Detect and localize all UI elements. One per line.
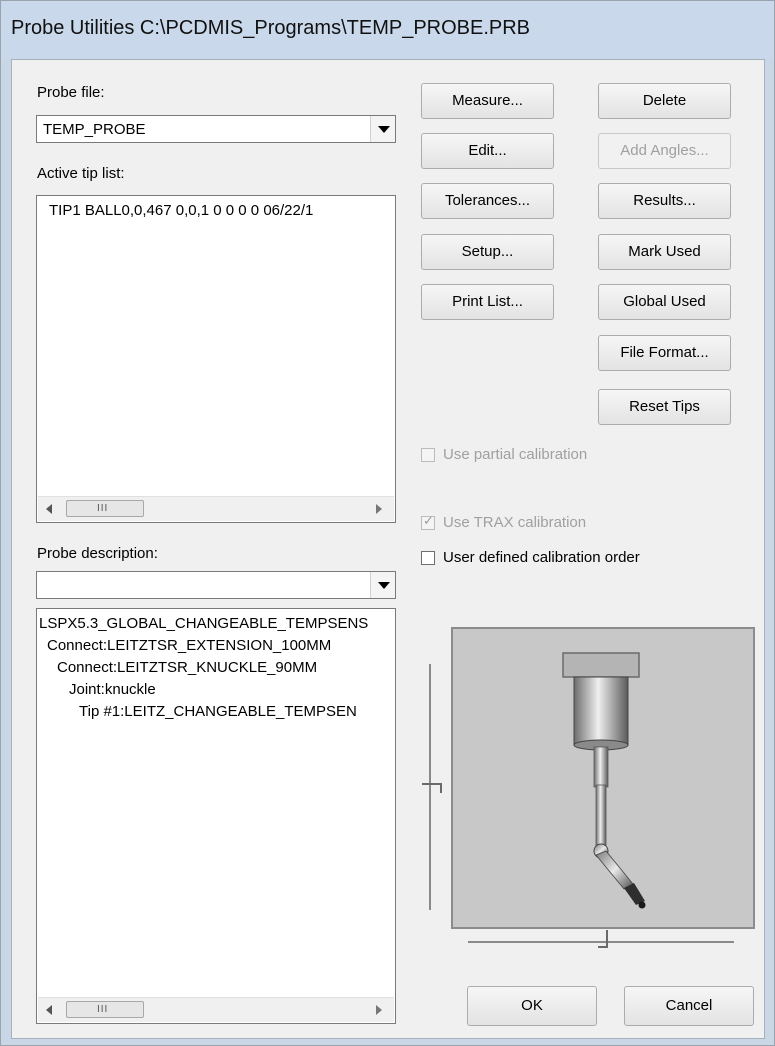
- tree-item[interactable]: Joint:knuckle: [69, 681, 156, 698]
- probe-utilities-window: Probe Utilities C:\PCDMIS_Programs\TEMP_…: [0, 0, 775, 1046]
- probe-file-label: Probe file:: [37, 84, 105, 101]
- cancel-button[interactable]: Cancel: [624, 986, 754, 1026]
- probe-description-tree[interactable]: LSPX5.3_GLOBAL_CHANGEABLE_TEMPSENS Conne…: [36, 608, 396, 1024]
- delete-button[interactable]: Delete: [598, 83, 731, 119]
- probe-description-label: Probe description:: [37, 545, 158, 562]
- probe-file-value: TEMP_PROBE: [43, 121, 146, 138]
- checkmark-icon: ✓: [423, 513, 434, 528]
- mark-used-button[interactable]: Mark Used: [598, 234, 731, 270]
- partial-calibration-checkbox[interactable]: [421, 448, 435, 462]
- title-bar[interactable]: Probe Utilities C:\PCDMIS_Programs\TEMP_…: [1, 1, 774, 59]
- dialog-client-area: Probe file: TEMP_PROBE Active tip list: …: [11, 59, 765, 1039]
- trax-calibration-label: Use TRAX calibration: [443, 514, 587, 531]
- scroll-left-icon[interactable]: [46, 1005, 52, 1015]
- scroll-thumb[interactable]: III: [66, 1001, 144, 1018]
- horizontal-slider-thumb[interactable]: [598, 930, 608, 948]
- tree-item[interactable]: Connect:LEITZTSR_KNUCKLE_90MM: [57, 659, 317, 676]
- active-tip-list-label: Active tip list:: [37, 165, 125, 182]
- active-tip-listbox[interactable]: TIP1 BALL0,0,467 0,0,1 0 0 0 0 06/22/1 I…: [36, 195, 396, 523]
- tree-item[interactable]: Tip #1:LEITZ_CHANGEABLE_TEMPSEN: [79, 703, 357, 720]
- chevron-down-icon[interactable]: [370, 116, 395, 142]
- probe-preview: [451, 627, 755, 929]
- reset-tips-button[interactable]: Reset Tips: [598, 389, 731, 425]
- scroll-grip-icon: III: [97, 503, 109, 514]
- vertical-slider-thumb[interactable]: [422, 783, 442, 793]
- tree-item[interactable]: Connect:LEITZTSR_EXTENSION_100MM: [47, 637, 331, 654]
- ok-button[interactable]: OK: [467, 986, 597, 1026]
- scroll-right-icon[interactable]: [376, 1005, 382, 1015]
- results-button[interactable]: Results...: [598, 183, 731, 219]
- tree-item[interactable]: LSPX5.3_GLOBAL_CHANGEABLE_TEMPSENS: [39, 615, 368, 632]
- probe-description-dropdown[interactable]: [36, 571, 396, 599]
- trax-calibration-checkbox[interactable]: ✓: [421, 513, 435, 530]
- scroll-thumb[interactable]: III: [66, 500, 144, 517]
- tip-list-item[interactable]: TIP1 BALL0,0,467 0,0,1 0 0 0 0 06/22/1: [49, 202, 313, 219]
- tree-horizontal-scrollbar[interactable]: III: [38, 997, 394, 1022]
- probe-file-dropdown[interactable]: TEMP_PROBE: [36, 115, 396, 143]
- scroll-grip-icon: III: [97, 1004, 109, 1015]
- partial-calibration-label: Use partial calibration: [443, 446, 588, 463]
- tolerances-button[interactable]: Tolerances...: [421, 183, 554, 219]
- scroll-left-icon[interactable]: [46, 504, 52, 514]
- chevron-down-icon[interactable]: [370, 572, 395, 598]
- window-title: Probe Utilities C:\PCDMIS_Programs\TEMP_…: [11, 17, 531, 39]
- measure-button[interactable]: Measure...: [421, 83, 554, 119]
- tip-list-horizontal-scrollbar[interactable]: III: [38, 496, 394, 521]
- setup-button[interactable]: Setup...: [421, 234, 554, 270]
- print-list-button[interactable]: Print List...: [421, 284, 554, 320]
- global-used-button[interactable]: Global Used: [598, 284, 731, 320]
- user-defined-order-checkbox[interactable]: [421, 551, 435, 565]
- probe-render: [562, 652, 646, 909]
- file-format-button[interactable]: File Format...: [598, 335, 731, 371]
- user-defined-order-label: User defined calibration order: [443, 549, 640, 566]
- add-angles-button[interactable]: Add Angles...: [598, 133, 731, 169]
- scroll-right-icon[interactable]: [376, 504, 382, 514]
- edit-button[interactable]: Edit...: [421, 133, 554, 169]
